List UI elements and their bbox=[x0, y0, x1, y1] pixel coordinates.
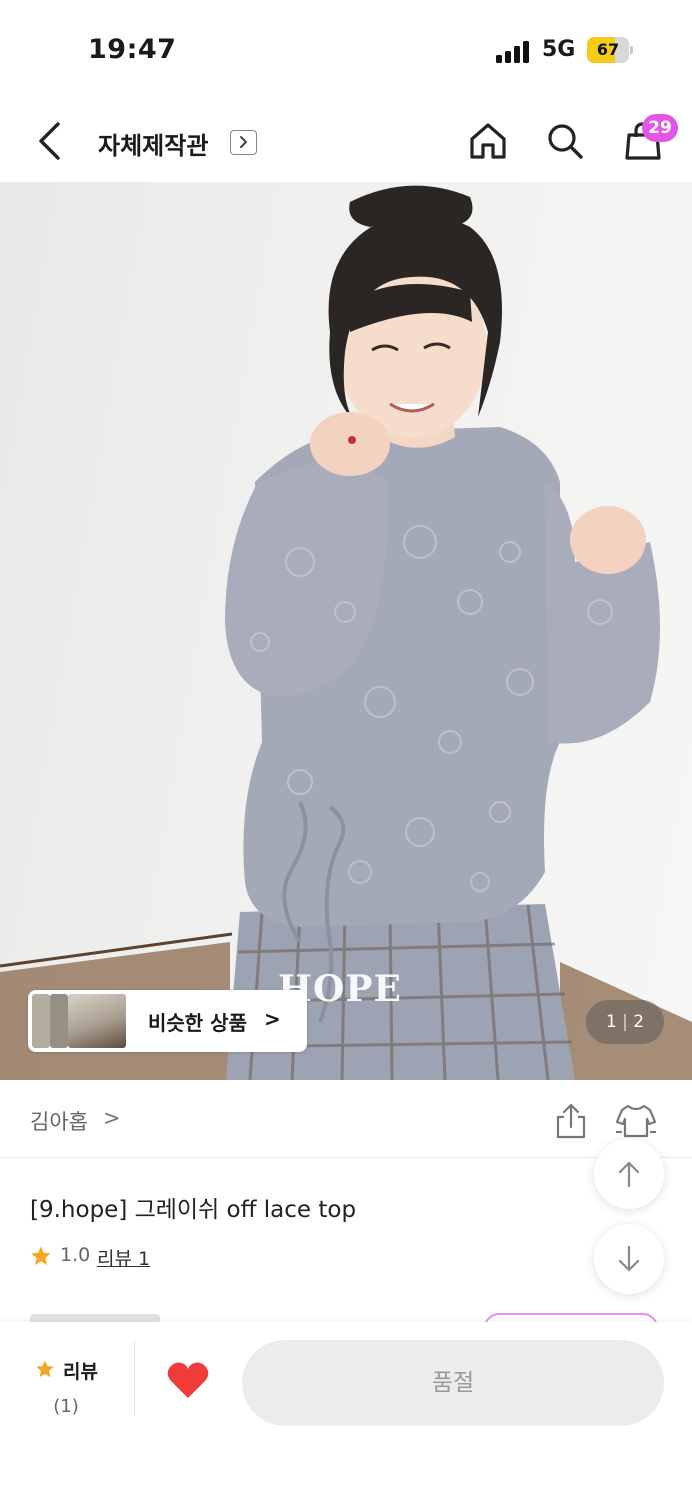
page-total: 2 bbox=[633, 1012, 645, 1032]
bottom-action-bar: 리뷰 (1) 품절 bbox=[0, 1322, 692, 1500]
divider bbox=[134, 1342, 135, 1416]
page-separator: | bbox=[622, 1012, 628, 1032]
product-image-carousel[interactable]: HOPE 비슷한 상품 > 1 | 2 bbox=[0, 182, 692, 1080]
home-icon bbox=[470, 123, 506, 159]
review-button[interactable]: 리뷰 (1) bbox=[28, 1354, 106, 1418]
similar-products-button[interactable]: 비슷한 상품 > bbox=[28, 990, 307, 1052]
chevron-right-icon[interactable]: > bbox=[103, 1106, 121, 1130]
network-type: 5G bbox=[542, 37, 576, 62]
back-arrow-icon bbox=[39, 122, 60, 160]
signal-icon bbox=[496, 41, 532, 63]
search-icon bbox=[548, 124, 583, 159]
review-link[interactable]: 리뷰 1 bbox=[97, 1244, 150, 1271]
fitting-button[interactable] bbox=[614, 1102, 658, 1140]
wishlist-button[interactable] bbox=[166, 1360, 210, 1400]
share-icon bbox=[556, 1103, 586, 1139]
cart-count-badge: 29 bbox=[642, 114, 678, 142]
similar-products-label: 비슷한 상품 bbox=[148, 1011, 247, 1035]
review-count: (1) bbox=[53, 1396, 79, 1417]
star-icon bbox=[36, 1360, 54, 1378]
star-icon bbox=[31, 1246, 51, 1265]
shop-title[interactable]: 자체제작관 bbox=[98, 126, 208, 161]
similar-products-thumbnails bbox=[32, 994, 126, 1048]
scroll-down-button[interactable] bbox=[594, 1224, 664, 1294]
status-time: 19:47 bbox=[88, 34, 177, 65]
product-photo bbox=[0, 185, 692, 1080]
heart-icon bbox=[167, 1362, 209, 1398]
search-button[interactable] bbox=[544, 120, 586, 162]
battery-icon: 67 bbox=[587, 37, 633, 63]
battery-level: 67 bbox=[596, 40, 620, 59]
share-button[interactable] bbox=[552, 1102, 590, 1140]
soldout-button[interactable]: 품절 bbox=[242, 1340, 664, 1426]
clothing-icon bbox=[615, 1104, 657, 1138]
page-current: 1 bbox=[605, 1012, 617, 1032]
arrow-down-icon bbox=[618, 1245, 640, 1272]
top-navigation: 자체제작관 29 bbox=[0, 100, 692, 182]
product-title: [9.hope] 그레이쉬 off lace top bbox=[30, 1197, 357, 1223]
scroll-up-button[interactable] bbox=[594, 1139, 664, 1209]
home-button[interactable] bbox=[467, 120, 509, 162]
chevron-right-icon: > bbox=[264, 1007, 281, 1031]
brand-row: 김아홉 > bbox=[0, 1080, 692, 1158]
back-button[interactable] bbox=[30, 120, 70, 162]
status-bar: 19:47 5G 67 bbox=[0, 0, 692, 100]
chevron-right-icon[interactable] bbox=[230, 130, 257, 155]
brand-name-link[interactable]: 김아홉 bbox=[30, 1106, 88, 1136]
rating-value: 1.0 bbox=[60, 1244, 91, 1266]
image-page-indicator: 1 | 2 bbox=[586, 1000, 664, 1044]
review-label: 리뷰 bbox=[63, 1361, 98, 1383]
arrow-up-icon bbox=[618, 1161, 640, 1188]
